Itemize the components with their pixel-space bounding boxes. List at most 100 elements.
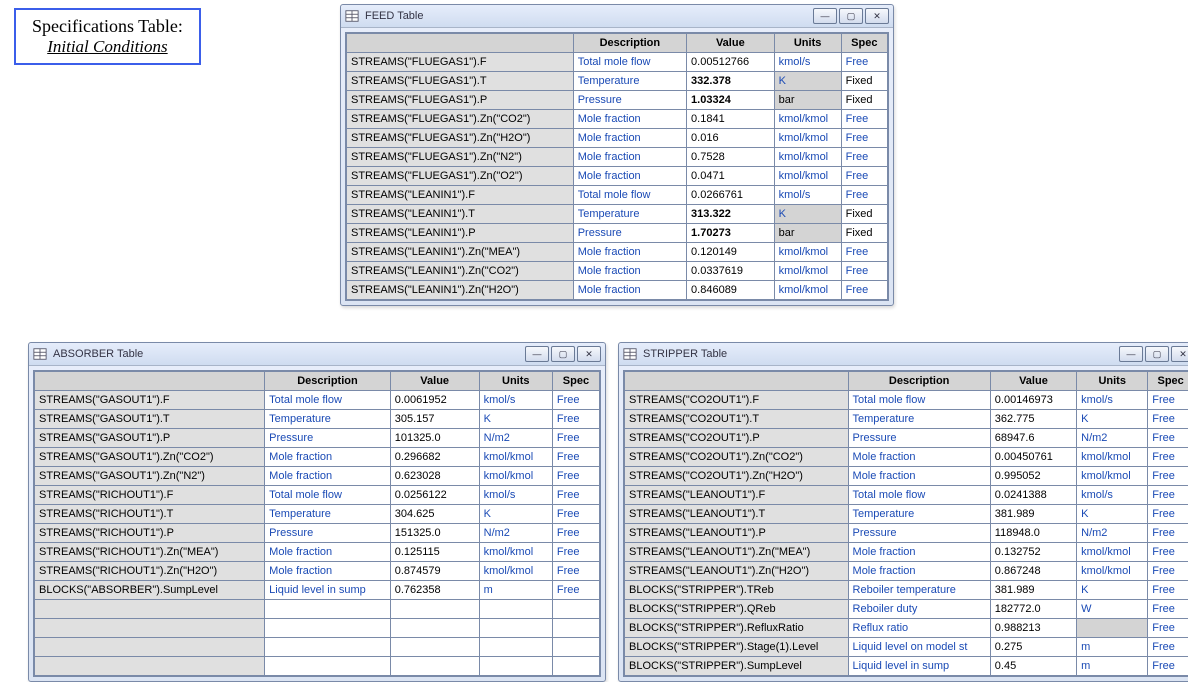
cell-value[interactable]: 0.995052	[990, 467, 1076, 486]
col-header[interactable]: Description	[573, 34, 686, 53]
table-row[interactable]: STREAMS("LEANIN1").TTemperature313.322KF…	[347, 205, 888, 224]
cell-value[interactable]: 0.874579	[390, 562, 479, 581]
table-row[interactable]: STREAMS("RICHOUT1").PPressure151325.0N/m…	[35, 524, 600, 543]
cell-spec[interactable]: Free	[841, 281, 887, 300]
col-header[interactable]: Spec	[552, 372, 599, 391]
cell-units[interactable]: kmol/kmol	[479, 448, 552, 467]
cell-spec[interactable]: Free	[552, 467, 599, 486]
row-label[interactable]: STREAMS("LEANIN1").T	[347, 205, 574, 224]
cell-units[interactable]: bar	[774, 91, 841, 110]
cell-units[interactable]: kmol/kmol	[774, 281, 841, 300]
col-header[interactable]: Value	[390, 372, 479, 391]
cell-description[interactable]: Reboiler temperature	[848, 581, 990, 600]
cell-value[interactable]: 101325.0	[390, 429, 479, 448]
cell-spec[interactable]: Fixed	[841, 72, 887, 91]
cell-spec[interactable]: Free	[1148, 467, 1188, 486]
maximize-button[interactable]: ▢	[551, 346, 575, 362]
row-label[interactable]: BLOCKS("ABSORBER").SumpLevel	[35, 581, 265, 600]
row-label[interactable]: STREAMS("LEANIN1").Zn("MEA")	[347, 243, 574, 262]
col-header[interactable]: Description	[848, 372, 990, 391]
cell-value[interactable]: 304.625	[390, 505, 479, 524]
table-row[interactable]: STREAMS("FLUEGAS1").Zn("N2")Mole fractio…	[347, 148, 888, 167]
table-row[interactable]: STREAMS("LEANIN1").FTotal mole flow0.026…	[347, 186, 888, 205]
close-button[interactable]: ✕	[1171, 346, 1188, 362]
cell-spec[interactable]: Free	[841, 167, 887, 186]
cell-spec[interactable]: Free	[841, 243, 887, 262]
cell-spec[interactable]: Free	[1148, 391, 1188, 410]
cell-units[interactable]: K	[1077, 410, 1148, 429]
table-row[interactable]: BLOCKS("STRIPPER").RefluxRatioReflux rat…	[625, 619, 1188, 638]
cell-value[interactable]: 0.1841	[687, 110, 775, 129]
cell-value[interactable]: 362.775	[990, 410, 1076, 429]
cell-description[interactable]: Temperature	[573, 72, 686, 91]
table-row[interactable]: STREAMS("GASOUT1").PPressure101325.0N/m2…	[35, 429, 600, 448]
cell-spec[interactable]: Free	[841, 186, 887, 205]
row-label[interactable]: BLOCKS("STRIPPER").SumpLevel	[625, 657, 849, 676]
table-row[interactable]: STREAMS("GASOUT1").TTemperature305.157KF…	[35, 410, 600, 429]
row-label[interactable]: STREAMS("CO2OUT1").Zn("H2O")	[625, 467, 849, 486]
row-header-col[interactable]	[35, 372, 265, 391]
cell-description[interactable]: Liquid level in sump	[265, 581, 391, 600]
cell-description[interactable]: Mole fraction	[265, 467, 391, 486]
table-row[interactable]: STREAMS("CO2OUT1").TTemperature362.775KF…	[625, 410, 1188, 429]
cell-value[interactable]: 0.00450761	[990, 448, 1076, 467]
cell-spec[interactable]: Free	[1148, 524, 1188, 543]
cell-units[interactable]: kmol/s	[774, 53, 841, 72]
cell-description[interactable]: Total mole flow	[573, 186, 686, 205]
table-row[interactable]: BLOCKS("STRIPPER").Stage(1).LevelLiquid …	[625, 638, 1188, 657]
table-row[interactable]: BLOCKS("STRIPPER").SumpLevelLiquid level…	[625, 657, 1188, 676]
col-header[interactable]: Units	[1077, 372, 1148, 391]
cell-spec[interactable]: Free	[841, 262, 887, 281]
table-row[interactable]: STREAMS("LEANOUT1").Zn("MEA")Mole fracti…	[625, 543, 1188, 562]
col-header[interactable]: Value	[687, 34, 775, 53]
cell-description[interactable]: Temperature	[848, 410, 990, 429]
cell-units[interactable]: N/m2	[1077, 429, 1148, 448]
cell-spec[interactable]: Free	[841, 129, 887, 148]
cell-spec[interactable]: Free	[1148, 543, 1188, 562]
cell-value[interactable]: 0.623028	[390, 467, 479, 486]
cell-units[interactable]: kmol/kmol	[774, 129, 841, 148]
cell-value[interactable]: 68947.6	[990, 429, 1076, 448]
cell-spec[interactable]: Free	[841, 53, 887, 72]
cell-spec[interactable]: Fixed	[841, 91, 887, 110]
row-label[interactable]: STREAMS("LEANOUT1").T	[625, 505, 849, 524]
col-header[interactable]: Value	[990, 372, 1076, 391]
cell-description[interactable]: Total mole flow	[848, 486, 990, 505]
cell-value[interactable]: 0.0241388	[990, 486, 1076, 505]
table-row[interactable]: STREAMS("LEANOUT1").FTotal mole flow0.02…	[625, 486, 1188, 505]
table-row[interactable]: BLOCKS("STRIPPER").TRebReboiler temperat…	[625, 581, 1188, 600]
table-row[interactable]: STREAMS("LEANOUT1").PPressure118948.0N/m…	[625, 524, 1188, 543]
cell-units[interactable]: kmol/kmol	[774, 262, 841, 281]
cell-units[interactable]: kmol/kmol	[1077, 448, 1148, 467]
table-row[interactable]: STREAMS("LEANIN1").Zn("H2O")Mole fractio…	[347, 281, 888, 300]
cell-value[interactable]: 0.132752	[990, 543, 1076, 562]
cell-units[interactable]: kmol/kmol	[479, 543, 552, 562]
maximize-button[interactable]: ▢	[839, 8, 863, 24]
row-label[interactable]: STREAMS("LEANOUT1").F	[625, 486, 849, 505]
cell-value[interactable]: 0.0471	[687, 167, 775, 186]
cell-value[interactable]: 381.989	[990, 505, 1076, 524]
cell-units[interactable]: K	[1077, 581, 1148, 600]
cell-description[interactable]: Mole fraction	[848, 562, 990, 581]
row-label[interactable]: STREAMS("RICHOUT1").Zn("MEA")	[35, 543, 265, 562]
cell-units[interactable]: kmol/s	[479, 391, 552, 410]
cell-value[interactable]: 0.0061952	[390, 391, 479, 410]
row-label[interactable]: STREAMS("CO2OUT1").F	[625, 391, 849, 410]
cell-description[interactable]: Reflux ratio	[848, 619, 990, 638]
cell-description[interactable]: Mole fraction	[573, 243, 686, 262]
cell-units[interactable]: kmol/s	[1077, 391, 1148, 410]
cell-description[interactable]: Mole fraction	[848, 467, 990, 486]
cell-units[interactable]: N/m2	[1077, 524, 1148, 543]
cell-description[interactable]: Mole fraction	[265, 543, 391, 562]
row-label[interactable]: STREAMS("LEANOUT1").P	[625, 524, 849, 543]
cell-units[interactable]: kmol/kmol	[479, 467, 552, 486]
cell-value[interactable]: 118948.0	[990, 524, 1076, 543]
table-row[interactable]: STREAMS("GASOUT1").Zn("N2")Mole fraction…	[35, 467, 600, 486]
table-row[interactable]: STREAMS("FLUEGAS1").PPressure1.03324barF…	[347, 91, 888, 110]
cell-spec[interactable]: Free	[841, 148, 887, 167]
cell-description[interactable]: Mole fraction	[848, 448, 990, 467]
cell-value[interactable]: 1.70273	[687, 224, 775, 243]
row-label[interactable]: STREAMS("FLUEGAS1").Zn("N2")	[347, 148, 574, 167]
cell-spec[interactable]: Free	[552, 486, 599, 505]
table-row[interactable]: STREAMS("LEANOUT1").TTemperature381.989K…	[625, 505, 1188, 524]
